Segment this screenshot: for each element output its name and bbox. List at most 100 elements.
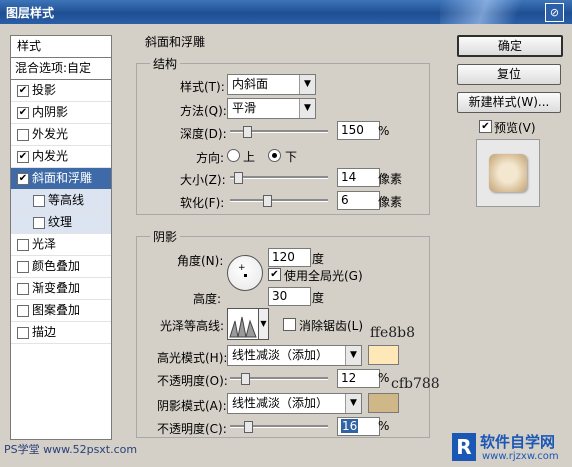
style-item-label: 投影 <box>32 83 57 97</box>
style-checkbox[interactable]: ✔ <box>17 173 29 185</box>
shadow-opacity-thumb[interactable] <box>244 421 253 433</box>
direction-up-label: 上 <box>243 150 256 164</box>
style-list-item[interactable]: 图案叠加 <box>11 300 111 322</box>
style-checkbox[interactable]: ✔ <box>17 107 29 119</box>
direction-up-radio[interactable] <box>227 149 240 162</box>
ok-button[interactable]: 确定 <box>457 35 563 57</box>
style-item-label: 光泽 <box>32 237 57 251</box>
altitude-label: 高度: <box>193 292 222 306</box>
shading-title: 阴影 <box>150 228 181 245</box>
highlight-color-swatch[interactable] <box>368 345 399 365</box>
soften-input[interactable]: 6 <box>337 191 380 210</box>
technique-dropdown[interactable]: 平滑 ▼ <box>227 98 316 119</box>
soften-slider-thumb[interactable] <box>263 195 272 207</box>
shadow-opacity-input[interactable]: 16 <box>337 417 380 436</box>
style-list-item[interactable]: ✔ 内发光 <box>11 146 111 168</box>
style-list-header[interactable]: 样式 <box>11 36 111 58</box>
gloss-contour-label: 光泽等高线: <box>160 319 225 333</box>
depth-input[interactable]: 150 <box>337 121 380 140</box>
shadow-opacity-value: 16 <box>341 419 359 433</box>
altitude-input[interactable]: 30 <box>268 287 311 306</box>
style-checkbox[interactable] <box>17 261 29 273</box>
style-list-header-label: 样式 <box>17 39 42 53</box>
help-icon[interactable]: ⊘ <box>545 3 564 22</box>
depth-label: 深度(D): <box>180 127 227 141</box>
contour-dropdown-arrow[interactable]: ▼ <box>258 308 269 340</box>
size-slider-thumb[interactable] <box>234 172 243 184</box>
soften-slider[interactable] <box>230 195 328 207</box>
style-list-item[interactable]: ✔ 斜面和浮雕 <box>11 168 111 190</box>
titlebar-decoration <box>440 0 550 24</box>
highlight-opacity-unit: % <box>378 371 390 385</box>
style-list-item[interactable]: 光泽 <box>11 234 111 256</box>
style-list-item[interactable]: ✔ 内阴影 <box>11 102 111 124</box>
style-checkbox[interactable] <box>17 327 29 339</box>
preview-swatch <box>489 154 527 192</box>
new-style-button[interactable]: 新建样式(W)... <box>457 92 561 113</box>
style-list-item[interactable]: 渐变叠加 <box>11 278 111 300</box>
global-light-label: 使用全局光(G) <box>284 269 363 283</box>
style-checkbox[interactable] <box>33 217 45 229</box>
antialias-label: 消除锯齿(L) <box>299 319 364 333</box>
structure-title: 结构 <box>150 55 181 72</box>
logo-url: www.rjzxw.com <box>482 451 559 462</box>
highlight-opacity-label: 不透明度(O): <box>157 374 228 388</box>
technique-value: 平滑 <box>232 101 257 115</box>
style-list-item[interactable]: 外发光 <box>11 124 111 146</box>
style-item-label: 内发光 <box>32 149 69 163</box>
highlight-mode-dropdown[interactable]: 线性减淡（添加） ▼ <box>227 345 362 366</box>
style-item-label: 图案叠加 <box>32 303 81 317</box>
highlight-opacity-input[interactable]: 12 <box>337 369 380 388</box>
style-list-item[interactable]: 颜色叠加 <box>11 256 111 278</box>
dial-center-dot <box>244 274 247 277</box>
watermark-left: PS学堂 www.52psxt.com <box>4 443 138 456</box>
size-input[interactable]: 14 <box>337 168 380 187</box>
style-checkbox[interactable] <box>17 305 29 317</box>
style-list: 样式 混合选项:自定 ✔ 投影 ✔ 内阴影 外发光 ✔ 内发光 ✔ 斜面和浮雕 等高线 纹理 光泽 颜色… <box>10 35 112 440</box>
style-checkbox[interactable]: ✔ <box>17 85 29 97</box>
style-checkbox[interactable]: ✔ <box>17 151 29 163</box>
bevel-style-value: 内斜面 <box>232 77 269 91</box>
style-list-item[interactable]: ✔ 投影 <box>11 80 111 102</box>
shadow-mode-dropdown[interactable]: 线性减淡（添加） ▼ <box>227 393 362 414</box>
global-light-checkbox[interactable]: ✔ <box>268 268 281 281</box>
shadow-opacity-label: 不透明度(C): <box>157 422 227 436</box>
highlight-opacity-thumb[interactable] <box>241 373 250 385</box>
style-list-item[interactable]: 描边 <box>11 322 111 344</box>
preview-checkbox[interactable]: ✔ <box>479 120 492 133</box>
reset-button[interactable]: 复位 <box>457 64 561 85</box>
style-item-label: 渐变叠加 <box>32 281 81 295</box>
window-title: 图层样式 <box>6 6 55 20</box>
depth-slider[interactable] <box>230 126 328 138</box>
logo-letter: R <box>452 433 476 461</box>
angle-unit: 度 <box>312 252 325 266</box>
highlight-hex-annotation: ffe8b8 <box>370 325 416 341</box>
style-item-label: 等高线 <box>48 193 85 207</box>
blending-options-item[interactable]: 混合选项:自定 <box>11 58 111 80</box>
size-label: 大小(Z): <box>180 173 226 187</box>
style-checkbox[interactable] <box>17 239 29 251</box>
style-checkbox[interactable] <box>33 195 45 207</box>
style-list-item[interactable]: 纹理 <box>11 212 111 234</box>
style-checkbox[interactable] <box>17 283 29 295</box>
shadow-color-swatch[interactable] <box>368 393 399 413</box>
style-item-label: 纹理 <box>48 215 73 229</box>
shadow-mode-value: 线性减淡（添加） <box>232 396 329 410</box>
soften-unit: 像素 <box>378 195 403 209</box>
style-list-item[interactable]: 等高线 <box>11 190 111 212</box>
chevron-down-icon: ▼ <box>345 346 361 365</box>
bevel-style-dropdown[interactable]: 内斜面 ▼ <box>227 74 316 95</box>
angle-input[interactable]: 120 <box>268 248 311 267</box>
highlight-opacity-slider[interactable] <box>230 373 328 385</box>
title-bar[interactable]: 图层样式 ⊘ <box>0 0 572 24</box>
shadow-opacity-slider[interactable] <box>230 421 328 433</box>
style-checkbox[interactable] <box>17 129 29 141</box>
depth-slider-thumb[interactable] <box>243 126 252 138</box>
gloss-contour-picker[interactable] <box>227 308 259 340</box>
angle-dial[interactable]: + <box>227 255 263 291</box>
size-slider[interactable] <box>230 172 328 184</box>
antialias-checkbox[interactable] <box>283 318 296 331</box>
site-logo: R 软件自学网 www.rjzxw.com <box>452 429 570 467</box>
preview-label: 预览(V) <box>494 121 536 135</box>
direction-down-radio[interactable] <box>268 149 281 162</box>
